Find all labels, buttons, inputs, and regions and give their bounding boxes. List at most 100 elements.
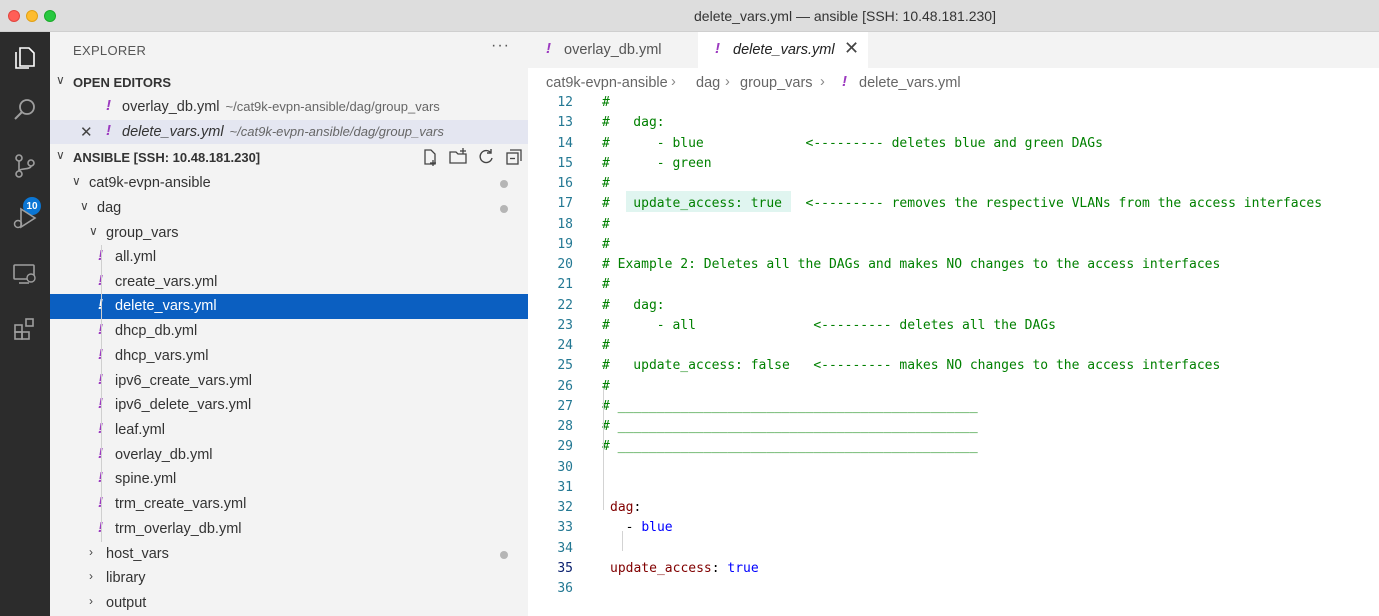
code-line: 36 — [528, 579, 1379, 599]
code-line: 14 # - blue <--------- deletes blue and g… — [528, 134, 1379, 154]
refresh-icon[interactable] — [476, 147, 496, 167]
code-line: 35 update_access: true — [528, 559, 1379, 579]
file-item[interactable]: !delete_vars.yml — [50, 294, 528, 320]
indent-guide — [622, 531, 623, 551]
open-editors-section[interactable]: ∨ OPEN EDITORS — [50, 70, 528, 95]
breadcrumb-item[interactable]: dag — [696, 75, 720, 91]
code-text: # — [602, 237, 610, 252]
line-number: 29 — [557, 439, 573, 455]
open-editor-item[interactable]: ✕ ! delete_vars.yml ~/cat9k-evpn-ansible/… — [50, 119, 528, 145]
open-editor-name: overlay_db.yml — [122, 99, 220, 115]
line-number: 16 — [557, 176, 573, 191]
code-line: 23 # - all <--------- deletes all the DAG… — [528, 316, 1379, 336]
comment-text: # — [602, 277, 610, 293]
breadcrumb-item[interactable]: group_vars — [740, 75, 813, 91]
comment-text: # update_access: false <--------- makes … — [602, 358, 1221, 374]
maximize-window-button[interactable] — [44, 10, 56, 22]
file-item[interactable]: !overlay_db.yml — [50, 443, 528, 468]
chevron-down-icon: ∨ — [89, 223, 98, 238]
line-number: 24 — [557, 338, 573, 353]
minimize-window-button[interactable] — [26, 10, 38, 22]
code-line: 34 — [528, 539, 1379, 559]
folder-item[interactable]: › output — [50, 591, 528, 616]
chevron-down-icon: ∨ — [72, 174, 81, 188]
explorer-sidebar: EXPLORER ··· ∨ OPEN EDITORS ! overlay_db… — [50, 32, 528, 616]
source-control-icon[interactable] — [0, 142, 50, 190]
code-text: # - blue <--------- deletes blue and gre… — [602, 136, 1103, 151]
extensions-icon[interactable] — [0, 304, 50, 352]
file-item[interactable]: !trm_create_vars.yml — [50, 492, 528, 517]
tab-overlay-db[interactable]: ! overlay_db.yml — [528, 32, 698, 68]
workspace-section[interactable]: ∨ ANSIBLE [SSH: 10.48.181.230] — [50, 145, 528, 170]
file-item[interactable]: !dhcp_vars.yml — [50, 344, 528, 369]
code-text: # - green — [602, 156, 712, 171]
folder-label: output — [106, 595, 147, 611]
file-item[interactable]: !trm_overlay_db.yml — [50, 517, 528, 542]
line-number: 13 — [557, 115, 573, 131]
workspace-title: ANSIBLE [SSH: 10.48.181.230] — [73, 150, 261, 165]
line-number: 21 — [557, 277, 573, 293]
collapse-all-icon[interactable] — [504, 147, 524, 167]
title-bar: delete_vars.yml — ansible [SSH: 10.48.18… — [0, 0, 1379, 32]
line-number: 18 — [557, 216, 573, 232]
folder-label: library — [106, 570, 146, 586]
editor-area: ! overlay_db.yml ! delete_vars.yml ✕ cat… — [528, 32, 1379, 616]
breadcrumb-item[interactable]: delete_vars.yml — [859, 75, 961, 91]
folder-item[interactable]: › host_vars — [50, 542, 528, 567]
tab-delete-vars[interactable]: ! delete_vars.yml ✕ — [698, 32, 868, 68]
folder-item[interactable]: ∨ group_vars — [50, 221, 528, 246]
line-number: 30 — [557, 459, 573, 475]
close-tab-icon[interactable]: ✕ — [844, 38, 859, 59]
file-item[interactable]: !create_vars.yml — [50, 270, 528, 295]
run-debug-icon[interactable] — [0, 194, 50, 242]
file-label: ipv6_delete_vars.yml — [115, 397, 252, 414]
line-number: 34 — [557, 540, 573, 556]
file-label: dhcp_db.yml — [115, 323, 198, 340]
folder-label: group_vars — [106, 224, 179, 241]
folder-label: dag — [97, 200, 122, 216]
indent-guide — [101, 245, 102, 542]
line-number: 31 — [557, 479, 573, 495]
folder-item[interactable]: ∨ cat9k-evpn-ansible — [50, 171, 528, 196]
close-editor-icon[interactable]: ✕ — [80, 123, 93, 141]
file-item[interactable]: !ipv6_create_vars.yml — [50, 369, 528, 394]
remote-explorer-icon[interactable] — [0, 250, 50, 298]
folder-label: host_vars — [106, 545, 169, 562]
line-number: 19 — [557, 236, 573, 252]
folder-item[interactable]: ∨ dag — [50, 196, 528, 221]
line-number: 32 — [557, 500, 573, 515]
code-line: 12 # — [528, 93, 1379, 113]
file-label: create_vars.yml — [115, 273, 218, 290]
yaml-sep: : — [711, 560, 728, 576]
folder-label: cat9k-evpn-ansible — [89, 175, 211, 191]
comment-text: # — [602, 95, 610, 110]
code-text: # update_access: false <--------- makes … — [602, 358, 1220, 373]
line-number: 20 — [557, 257, 573, 272]
folder-item[interactable]: › library — [50, 566, 528, 591]
file-item[interactable]: !all.yml — [50, 245, 528, 270]
explorer-icon[interactable] — [0, 34, 50, 82]
breadcrumb: cat9k-evpn-ansible › dag › group_vars › … — [528, 68, 1379, 96]
search-icon[interactable] — [0, 86, 50, 134]
code-text: # update_access: true <--------- removes… — [602, 196, 1322, 211]
code-text: # — [602, 217, 610, 232]
file-item[interactable]: !dhcp_db.yml — [50, 319, 528, 344]
code-text: # Example 2: Deletes all the DAGs and ma… — [602, 257, 1220, 272]
code-text: # — [602, 95, 610, 110]
more-actions-icon[interactable]: ··· — [491, 37, 510, 55]
open-editor-item[interactable]: ! overlay_db.yml ~/cat9k-evpn-ansible/dag… — [50, 95, 528, 120]
yaml-dash: - — [610, 520, 642, 536]
file-item[interactable]: !spine.yml — [50, 467, 528, 492]
file-item[interactable]: !leaf.yml — [50, 418, 528, 443]
line-number: 14 — [557, 135, 573, 151]
yaml-file-icon: ! — [106, 121, 111, 139]
modified-dot — [500, 180, 508, 188]
comment-text: # - all <--------- deletes all the DAGs — [602, 317, 1056, 333]
breadcrumb-item[interactable]: cat9k-evpn-ansible — [546, 75, 668, 91]
yaml-file-icon: ! — [715, 40, 720, 57]
file-item[interactable]: !ipv6_delete_vars.yml — [50, 393, 528, 418]
new-file-icon[interactable] — [420, 147, 440, 167]
new-folder-icon[interactable] — [448, 147, 468, 167]
explorer-title: EXPLORER — [73, 43, 147, 58]
close-window-button[interactable] — [8, 10, 20, 22]
